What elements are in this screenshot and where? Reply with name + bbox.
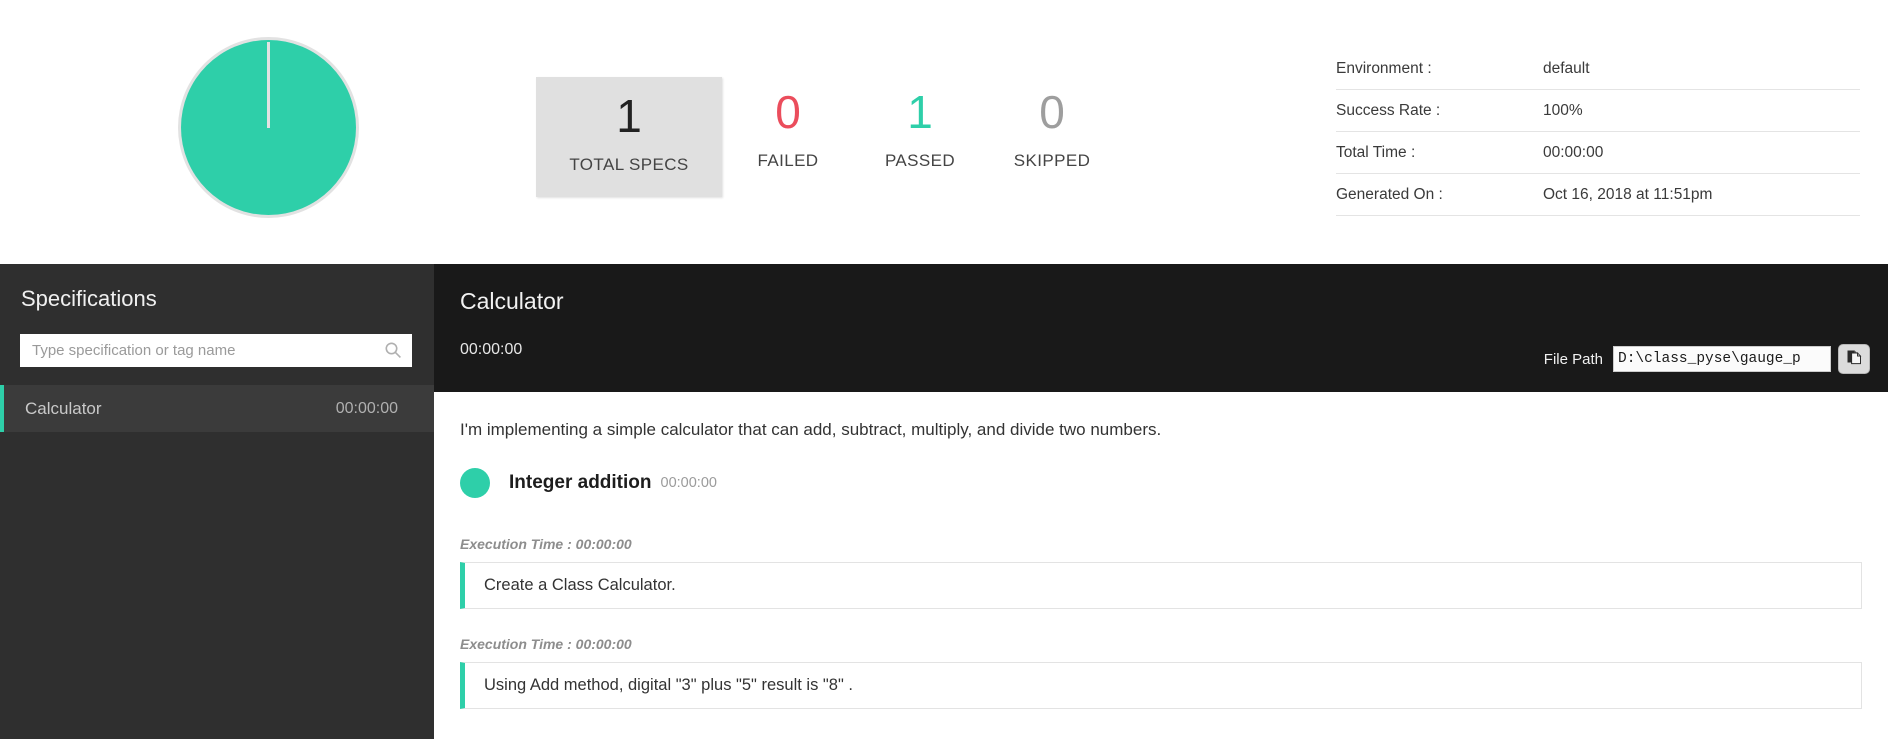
stat-skipped-label: SKIPPED (1013, 151, 1091, 170)
specifications-sidebar: Specifications Calculator 00:00:00 (0, 264, 434, 739)
specification-detail-header: Calculator 00:00:00 File Path (434, 264, 1888, 392)
env-label-generated-on: Generated On : (1336, 185, 1443, 203)
specification-list: Calculator 00:00:00 (0, 385, 434, 432)
sidebar-title: Specifications (21, 286, 157, 311)
env-label-total-time: Total Time : (1336, 143, 1416, 161)
scenario-status-icon (460, 468, 490, 498)
specification-description: I'm implementing a simple calculator tha… (460, 420, 1162, 439)
stat-passed-value: 1 (907, 86, 933, 138)
stat-skipped: 0 SKIPPED (986, 77, 1118, 189)
step-item[interactable]: Using Add method, digital "3" plus "5" r… (460, 662, 1862, 709)
file-path-input[interactable] (1613, 346, 1831, 372)
env-label-environment: Environment : (1336, 59, 1432, 77)
stat-skipped-value: 0 (1039, 86, 1065, 138)
report-summary-header: 1 TOTAL SPECS 0 FAILED 1 PASSED 0 SKIPPE… (0, 0, 1888, 264)
scenario-header[interactable]: Integer addition 00:00:00 (460, 468, 1862, 498)
pie-slice-passed (181, 40, 356, 215)
step-execution-time: Execution Time : 00:00:00 (460, 636, 632, 652)
step-execution-time: Execution Time : 00:00:00 (460, 536, 632, 552)
sidebar-item-time: 00:00:00 (335, 399, 398, 417)
copy-file-path-button[interactable] (1838, 344, 1870, 374)
env-row-generated-on: Generated On : Oct 16, 2018 at 11:51pm (1336, 174, 1860, 216)
summary-stats: 1 TOTAL SPECS 0 FAILED 1 PASSED 0 SKIPPE… (536, 77, 1118, 197)
pie-slice-divider (267, 42, 270, 128)
search-input[interactable] (20, 334, 412, 367)
env-value-total-time: 00:00:00 (1543, 143, 1604, 161)
env-label-success-rate: Success Rate : (1336, 101, 1441, 119)
report-body: Specifications Calculator 00:00:00 Calcu… (0, 264, 1888, 739)
stat-total-specs-value: 1 (616, 90, 642, 142)
specification-search[interactable] (20, 334, 412, 367)
env-value-success-rate: 100% (1543, 101, 1583, 119)
stat-passed-label: PASSED (884, 151, 956, 170)
scenario-time: 00:00:00 (660, 475, 717, 491)
file-path-label: File Path (1543, 350, 1603, 368)
stat-failed-label: FAILED (757, 151, 819, 170)
step-item[interactable]: Create a Class Calculator. (460, 562, 1862, 609)
stat-total-specs: 1 TOTAL SPECS (536, 77, 722, 197)
specification-body: I'm implementing a simple calculator tha… (434, 392, 1888, 709)
stat-failed: 0 FAILED (722, 77, 854, 189)
stat-passed: 1 PASSED (854, 77, 986, 189)
environment-info-table: Environment : default Success Rate : 100… (1336, 48, 1860, 216)
specification-detail: Calculator 00:00:00 File Path D:\class_p… (434, 264, 1888, 739)
scenario-name: Integer addition (509, 472, 652, 493)
stat-total-specs-label: TOTAL SPECS (569, 155, 689, 174)
pass-fail-pie-chart (181, 40, 356, 215)
stat-failed-value: 0 (775, 86, 801, 138)
copy-document-icon (1846, 349, 1863, 369)
env-row-environment: Environment : default (1336, 48, 1860, 90)
sidebar-item-calculator[interactable]: Calculator 00:00:00 (0, 385, 434, 432)
env-value-environment: default (1543, 59, 1590, 77)
sidebar-item-label: Calculator (25, 398, 102, 418)
env-row-success-rate: Success Rate : 100% (1336, 90, 1860, 132)
env-row-total-time: Total Time : 00:00:00 (1336, 132, 1860, 174)
env-value-generated-on: Oct 16, 2018 at 11:51pm (1543, 185, 1713, 203)
page-title: Calculator (460, 288, 564, 314)
file-path-control: File Path (1544, 344, 1870, 374)
